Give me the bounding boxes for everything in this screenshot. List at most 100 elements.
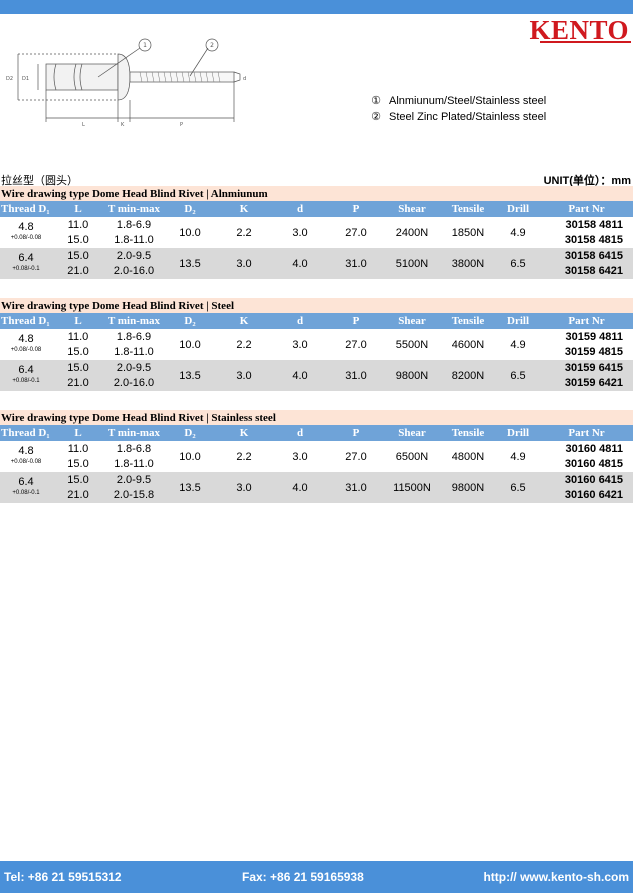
table-row: 6.4 +0.08/-0.1 15.0 2.0-9.5 13.5 3.0 4.0 31.0 51… [0, 248, 633, 279]
grip-range-cell: 2.0-16.0 [104, 263, 164, 279]
column-header: Tensile [440, 313, 496, 329]
mandrel-length-cell: 27.0 [328, 441, 384, 472]
part-number-cell: 30159 4811 [540, 329, 633, 345]
legend-text: Alnmiunum/Steel/Stainless steel [389, 95, 547, 107]
length-cell: 15.0 [52, 248, 104, 264]
length-cell: 15.0 [52, 232, 104, 248]
drill-cell: 6.5 [496, 360, 540, 391]
part-number-cell: 30158 6415 [540, 248, 633, 264]
part-number-cell: 30160 4815 [540, 456, 633, 472]
head-diameter-cell: 10.0 [164, 217, 216, 248]
part-number-cell: 30158 6421 [540, 263, 633, 279]
grip-range-cell: 2.0-15.8 [104, 487, 164, 503]
thread-tolerance: +0.08/-0.1 [12, 265, 40, 272]
thread-diameter: 6.4 [18, 251, 34, 264]
length-cell: 15.0 [52, 360, 104, 376]
tensile-cell: 1850N [440, 217, 496, 248]
thread-tolerance: +0.08/-0.08 [10, 234, 42, 241]
thread-tolerance: +0.08/-0.1 [12, 489, 40, 496]
shear-cell: 5100N [384, 248, 440, 279]
spec-table-body: Wire drawing type Dome Head Blind Rivet … [0, 186, 633, 503]
grip-range-cell: 2.0-9.5 [104, 248, 164, 264]
column-header: d [272, 201, 328, 217]
shear-cell: 11500N [384, 472, 440, 503]
grip-range-cell: 2.0-9.5 [104, 472, 164, 488]
section-spacer [0, 279, 633, 298]
table-subheader: 拉丝型（圆头） UNIT(单位）：mm [0, 172, 633, 187]
logo-underline [540, 41, 631, 43]
mandrel-length-cell: 27.0 [328, 329, 384, 360]
shear-cell: 5500N [384, 329, 440, 360]
part-number-cell: 30159 6421 [540, 375, 633, 391]
column-header: D₂ [164, 201, 216, 217]
section-title: Wire drawing type Dome Head Blind Rivet … [0, 298, 633, 313]
header-row: Thread D₁ L T min-max D₂ Kd P Shear Tensile Dril… [0, 425, 633, 441]
table-row: 6.4 +0.08/-0.1 15.0 2.0-9.5 13.5 3.0 4.0 31.0 11… [0, 472, 633, 503]
mandrel-diameter-cell: 4.0 [272, 360, 328, 391]
grip-range-cell: 1.8-6.9 [104, 329, 164, 345]
top-bar [0, 0, 633, 14]
footer-web[interactable]: http:// www.kento-sh.com [483, 870, 629, 884]
head-height-cell: 3.0 [216, 360, 272, 391]
section-title-row: Wire drawing type Dome Head Blind Rivet … [0, 186, 633, 201]
column-header: P [328, 313, 384, 329]
dim-p: P [180, 122, 183, 128]
column-header: L [52, 425, 104, 441]
part-number-cell: 30160 4811 [540, 441, 633, 457]
column-header: T min-max [104, 425, 164, 441]
shear-cell: 6500N [384, 441, 440, 472]
section-title-row: Wire drawing type Dome Head Blind Rivet … [0, 298, 633, 313]
shear-cell: 2400N [384, 217, 440, 248]
thread-diameter: 4.8 [18, 444, 34, 457]
head-height-cell: 3.0 [216, 248, 272, 279]
table-row: 4.8 +0.08/-0.08 11.0 1.8-6.9 10.0 2.2 3.0 27.0 5… [0, 329, 633, 360]
drill-cell: 6.5 [496, 472, 540, 503]
thread-diameter: 4.8 [18, 332, 34, 345]
length-cell: 11.0 [52, 217, 104, 233]
mandrel-diameter-cell: 4.0 [272, 248, 328, 279]
column-header: Thread D₁ [0, 313, 52, 329]
column-header: d [272, 425, 328, 441]
tensile-cell: 9800N [440, 472, 496, 503]
footer-tel: Tel: +86 21 59515312 [4, 870, 122, 884]
head-diameter-cell: 13.5 [164, 360, 216, 391]
column-header: K [216, 201, 272, 217]
tensile-cell: 4600N [440, 329, 496, 360]
thread-cell: 6.4 +0.08/-0.1 [0, 472, 52, 503]
mandrel-diameter-cell: 3.0 [272, 329, 328, 360]
length-cell: 21.0 [52, 375, 104, 391]
drill-cell: 4.9 [496, 329, 540, 360]
head-diameter-cell: 13.5 [164, 472, 216, 503]
table-row: 4.8 +0.08/-0.08 11.0 1.8-6.8 10.0 2.2 3.0 27.0 6… [0, 441, 633, 472]
section-title-row: Wire drawing type Dome Head Blind Rivet … [0, 410, 633, 425]
section-title: Wire drawing type Dome Head Blind Rivet … [0, 186, 633, 201]
mandrel-length-cell: 27.0 [328, 217, 384, 248]
part-number-cell: 30159 4815 [540, 344, 633, 360]
column-header: Part Nr [540, 201, 633, 217]
thread-tolerance: +0.08/-0.1 [12, 377, 40, 384]
mandrel-diameter-cell: 3.0 [272, 441, 328, 472]
grip-range-cell: 2.0-16.0 [104, 375, 164, 391]
shear-cell: 9800N [384, 360, 440, 391]
part-number-cell: 30158 4811 [540, 217, 633, 233]
head-height-cell: 2.2 [216, 441, 272, 472]
length-cell: 15.0 [52, 456, 104, 472]
head-diameter-cell: 13.5 [164, 248, 216, 279]
grip-range-cell: 1.8-11.0 [104, 232, 164, 248]
mandrel-length-cell: 31.0 [328, 360, 384, 391]
thread-diameter: 6.4 [18, 475, 34, 488]
footer-fax: Fax: +86 21 59165938 [242, 870, 364, 884]
drill-cell: 4.9 [496, 217, 540, 248]
column-header: Tensile [440, 201, 496, 217]
head-height-cell: 3.0 [216, 472, 272, 503]
mandrel-length-cell: 31.0 [328, 472, 384, 503]
rivet-drawing: 1 2 D2 D1 L K P d [6, 38, 246, 128]
column-header: L [52, 201, 104, 217]
table-row: 4.8 +0.08/-0.08 11.0 1.8-6.9 10.0 2.2 3.0 27.0 2… [0, 217, 633, 248]
legend-row: ① Alnmiunum/Steel/Stainless steel [370, 93, 546, 109]
length-cell: 11.0 [52, 329, 104, 345]
dim-d1: D1 [22, 76, 29, 82]
length-cell: 15.0 [52, 344, 104, 360]
mandrel-diameter-cell: 4.0 [272, 472, 328, 503]
spacer-cell [0, 279, 633, 298]
